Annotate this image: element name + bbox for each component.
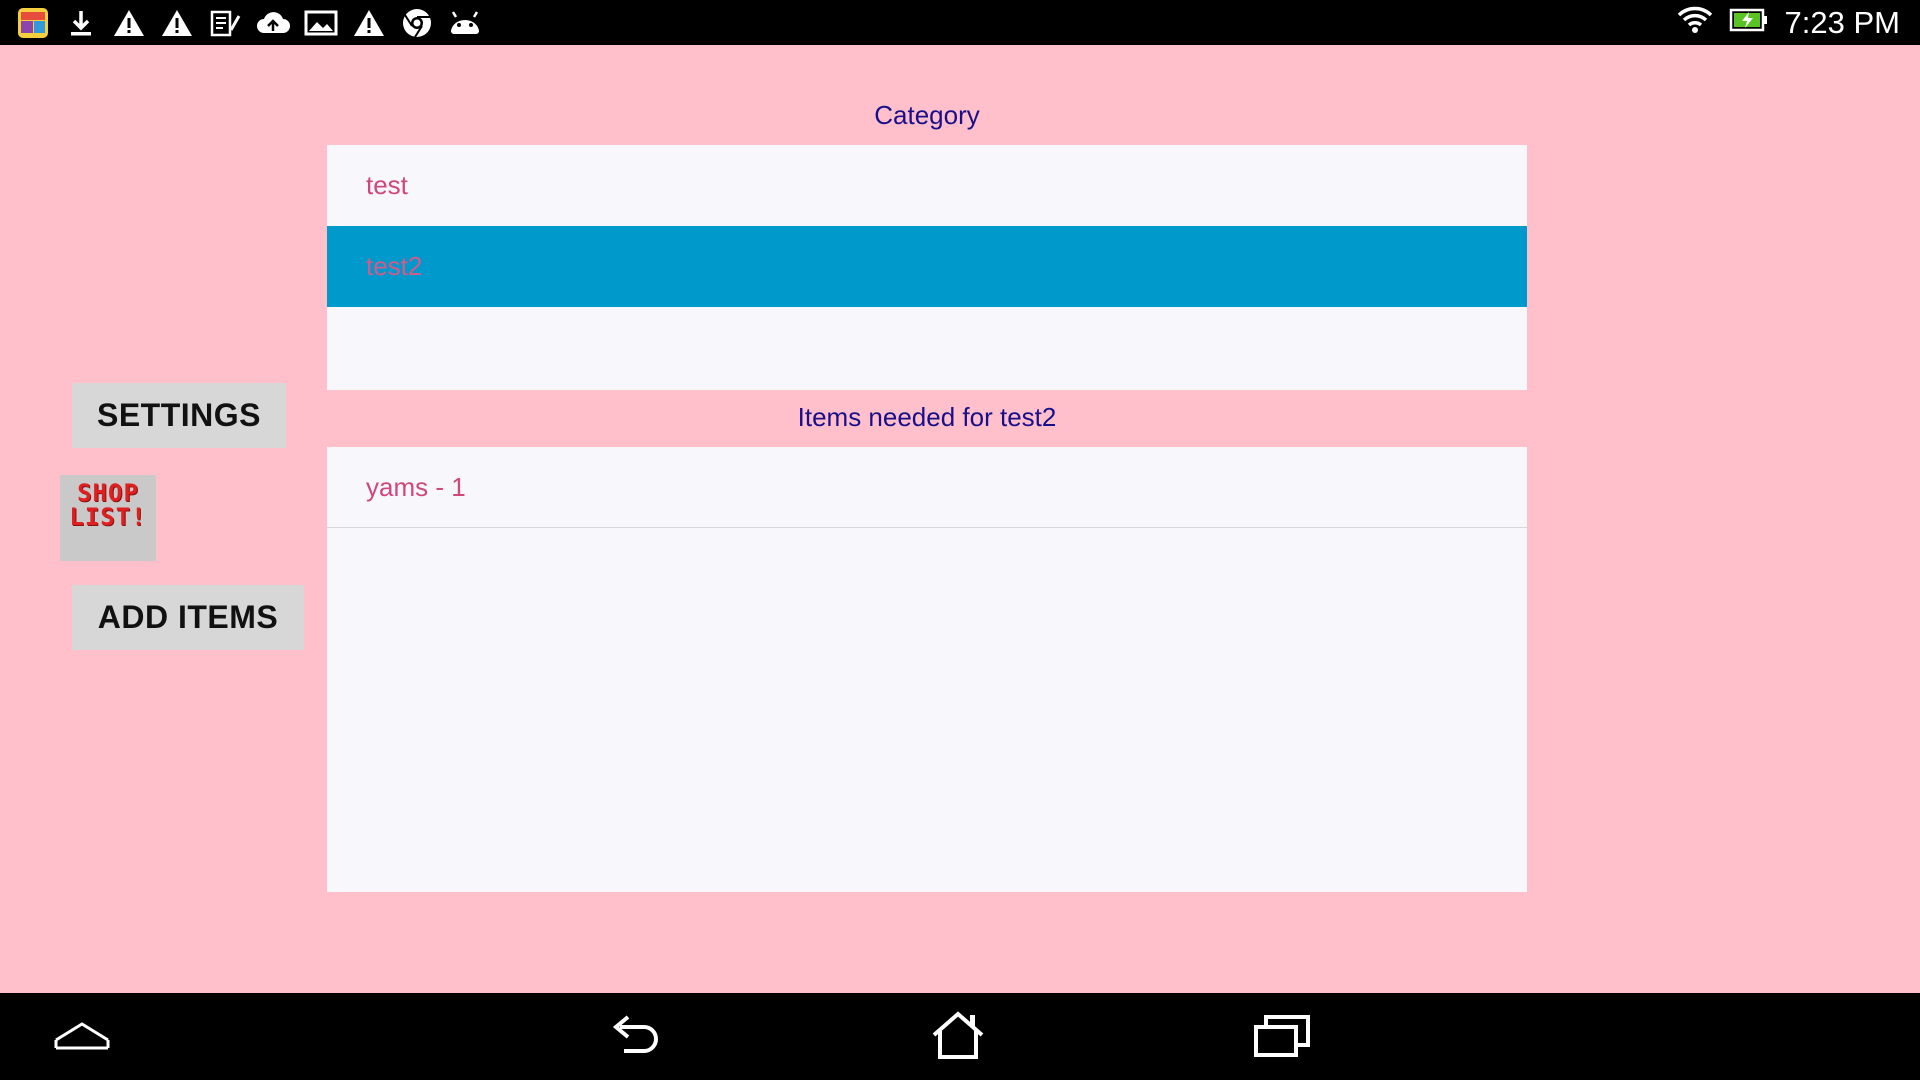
item-row-label: yams - 1 [366, 471, 466, 502]
system-status: 7:23 PM [1677, 0, 1900, 45]
add-items-button[interactable]: ADD ITEMS [72, 585, 304, 650]
battery-charging-icon [1729, 7, 1769, 38]
items-heading: Items needed for test2 [797, 402, 1057, 432]
chrome-icon [398, 4, 436, 42]
category-row-test[interactable]: test [327, 145, 1527, 226]
clock: 7:23 PM [1784, 4, 1900, 40]
cloud-upload-icon [254, 4, 292, 42]
warning-icon [350, 4, 388, 42]
category-row-test2[interactable]: test2 [327, 226, 1527, 307]
item-row[interactable]: yams - 1 [327, 447, 1527, 528]
expand-up-icon[interactable] [42, 1003, 122, 1069]
android-icon [446, 4, 484, 42]
notes-icon [206, 4, 244, 42]
download-icon [62, 4, 100, 42]
gallery-icon [302, 4, 340, 42]
category-row-label: test2 [366, 251, 423, 281]
back-icon[interactable] [596, 1003, 676, 1069]
navigation-bar [0, 993, 1920, 1080]
category-row-label: test [366, 170, 408, 200]
main-content: SETTINGS SHOP LIST! ADD ITEMS Category t… [0, 45, 1920, 993]
warning-icon [110, 4, 148, 42]
category-heading: Category [874, 100, 980, 130]
status-bar: 7:23 PM [0, 0, 1920, 45]
home-icon[interactable] [918, 1003, 998, 1069]
app-icon [14, 4, 52, 42]
recent-apps-icon[interactable] [1242, 1003, 1322, 1069]
logo-text-line1: SHOP [77, 479, 139, 507]
items-list[interactable]: yams - 1 [327, 447, 1527, 892]
shop-list-logo-button[interactable]: SHOP LIST! [60, 475, 156, 561]
category-list[interactable]: test test2 [327, 145, 1527, 390]
notification-icons [14, 4, 484, 41]
warning-icon [158, 4, 196, 42]
settings-button[interactable]: SETTINGS [72, 383, 286, 448]
wifi-icon [1677, 5, 1713, 40]
logo-text-line2: LIST! [69, 503, 147, 531]
